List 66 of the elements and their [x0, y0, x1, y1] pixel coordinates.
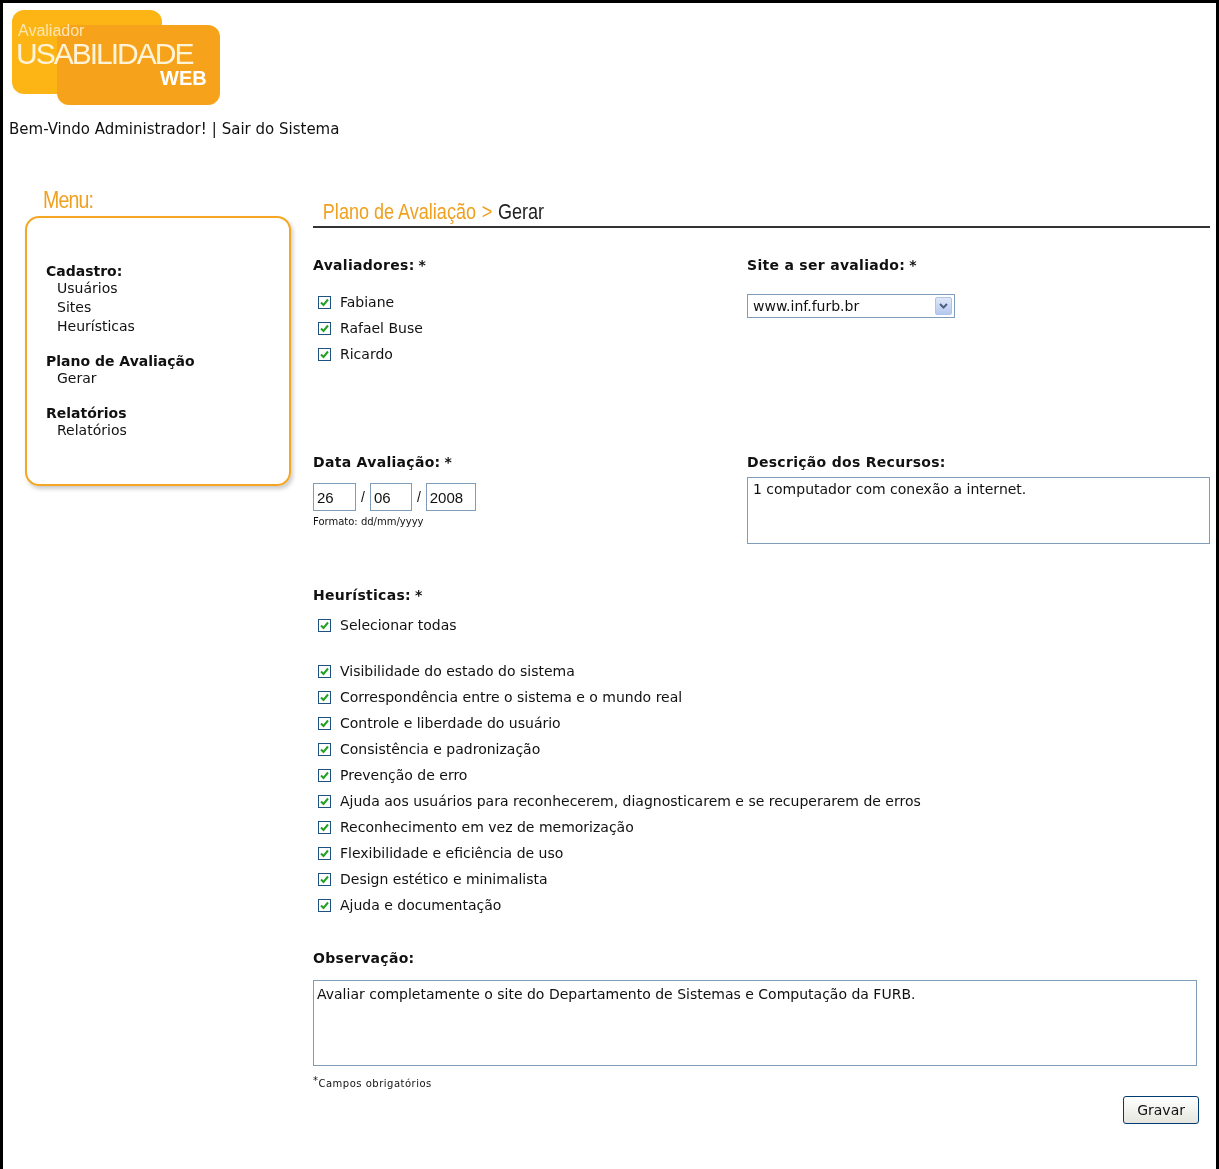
checkbox-label[interactable]: Fabiane: [340, 294, 395, 310]
logo-text: Avaliador: [18, 22, 85, 40]
checkbox-label[interactable]: Flexibilidade e eficiência de uso: [340, 845, 564, 861]
checkbox[interactable]: [318, 295, 331, 309]
checkbox[interactable]: [318, 664, 331, 678]
date-field[interactable]: 2008: [425, 483, 476, 511]
required-mark: *: [313, 1075, 319, 1088]
date-field[interactable]: 06: [369, 483, 412, 511]
checkbox[interactable]: [318, 347, 331, 361]
menu-link[interactable]: Relatórios: [46, 421, 127, 440]
checkbox-label[interactable]: Visibilidade do estado do sistema: [340, 663, 575, 679]
checkbox-label[interactable]: Ricardo: [340, 346, 393, 362]
checkbox[interactable]: [318, 321, 331, 335]
checkbox-label[interactable]: Consistência e padronização: [340, 741, 541, 757]
date-separator: /: [361, 489, 365, 505]
field-label: Avaliadores:: [313, 257, 415, 275]
logout-link[interactable]: Sair do Sistema: [221, 120, 340, 140]
field-label: Heurísticas:: [313, 587, 411, 605]
required-mark: *: [444, 454, 453, 472]
menu-heading: Relatórios: [46, 405, 127, 421]
checkbox[interactable]: [318, 690, 331, 704]
required-mark: *: [415, 587, 423, 605]
checkbox[interactable]: [318, 618, 331, 632]
save-button[interactable]: Gravar: [1123, 1096, 1199, 1124]
menu-title: Menu:: [43, 187, 94, 214]
checkbox[interactable]: [318, 742, 331, 756]
date-separator: /: [416, 489, 421, 505]
field-label: Site a ser avaliado:: [747, 257, 906, 275]
checkbox-label[interactable]: Correspondência entre o sistema e o mundo real: [340, 689, 683, 705]
checkbox-label[interactable]: Reconhecimento em vez de memorização: [340, 819, 634, 835]
checkbox-label[interactable]: Selecionar todas: [340, 617, 457, 633]
checkbox-label[interactable]: Design estético e minimalista: [340, 871, 548, 887]
field-label: Data Avaliação:: [313, 454, 441, 472]
menu-heading: Plano de Avaliação: [46, 353, 195, 369]
site-dropdown[interactable]: www.inf.furb.br: [747, 294, 955, 318]
checkbox[interactable]: [318, 768, 331, 782]
menu-link[interactable]: Gerar: [46, 369, 97, 388]
checkbox-label[interactable]: Rafael Buse: [340, 320, 423, 336]
menu-link[interactable]: Heurísticas: [46, 317, 135, 336]
checkbox-label[interactable]: Controle e liberdade do usuário: [340, 715, 561, 731]
checkbox[interactable]: [318, 716, 331, 730]
checkbox[interactable]: [318, 820, 331, 834]
checkbox-label[interactable]: Ajuda e documentação: [340, 897, 502, 913]
format-hint: Formato: dd/mm/yyyy: [313, 516, 424, 527]
required-mark: *: [909, 257, 917, 275]
breadcrumb-separator: >: [481, 199, 493, 226]
field-label: Descrição dos Recursos:: [747, 454, 946, 472]
date-field[interactable]: 26: [313, 483, 356, 511]
required-mark: *: [418, 257, 427, 275]
checkbox-label[interactable]: Ajuda aos usuários para reconhecerem, diagnosticarem e se recuperarem de erros: [340, 793, 921, 809]
field-label: Observação:: [313, 950, 415, 968]
observation-textarea[interactable]: Avaliar completamente o site do Departamento de Sistemas e Computação da FURB.: [313, 980, 1197, 1066]
menu-link[interactable]: Usuários: [46, 279, 118, 298]
menu-link[interactable]: Sites: [46, 298, 92, 317]
chevron-down-icon: [939, 303, 948, 309]
resources-textarea[interactable]: 1 computador com conexão a internet.: [747, 477, 1210, 544]
checkbox[interactable]: [318, 794, 331, 808]
menu-heading: Cadastro:: [46, 263, 123, 279]
checkbox[interactable]: [318, 846, 331, 860]
checkbox[interactable]: [318, 898, 331, 912]
checkbox[interactable]: [318, 872, 331, 886]
checkbox-label[interactable]: Prevenção de erro: [340, 767, 468, 783]
separator: |: [211, 120, 217, 140]
breadcrumb-current: Gerar: [498, 199, 545, 226]
required-note: Campos obrigatórios: [318, 1078, 432, 1089]
welcome-text: Bem-Vindo Administrador!: [9, 120, 207, 140]
